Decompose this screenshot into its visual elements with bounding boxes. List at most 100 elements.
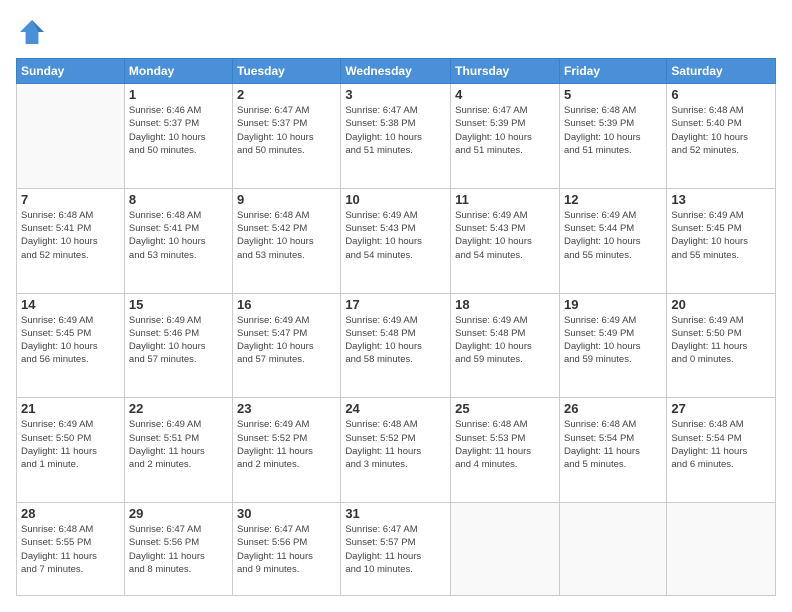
logo <box>16 16 52 48</box>
day-cell: 31Sunrise: 6:47 AMSunset: 5:57 PMDayligh… <box>341 503 451 596</box>
day-number: 5 <box>564 87 662 102</box>
week-row-1: 1 Sunrise: 6:46 AMSunset: 5:37 PMDaylight… <box>17 84 776 189</box>
day-info: Sunrise: 6:49 AMSunset: 5:51 PMDaylight:… <box>129 418 228 471</box>
week-row-2: 7 Sunrise: 6:48 AMSunset: 5:41 PMDaylight… <box>17 188 776 293</box>
day-number: 18 <box>455 297 555 312</box>
header <box>16 16 776 48</box>
day-cell: 30 Sunrise: 6:47 AMSunset: 5:56 PMDayligh… <box>233 503 341 596</box>
day-cell: 6 Sunrise: 6:48 AMSunset: 5:40 PMDaylight… <box>667 84 776 189</box>
day-cell: 5 Sunrise: 6:48 AMSunset: 5:39 PMDaylight… <box>559 84 666 189</box>
day-info: Sunrise: 6:47 AMSunset: 5:56 PMDaylight:… <box>237 523 336 576</box>
day-header-monday: Monday <box>124 59 232 84</box>
day-number: 11 <box>455 192 555 207</box>
day-number: 10 <box>345 192 446 207</box>
day-cell: 7 Sunrise: 6:48 AMSunset: 5:41 PMDaylight… <box>17 188 125 293</box>
day-cell: 24Sunrise: 6:48 AMSunset: 5:52 PMDayligh… <box>341 398 451 503</box>
day-number: 12 <box>564 192 662 207</box>
day-number: 26 <box>564 401 662 416</box>
day-info: Sunrise: 6:49 AMSunset: 5:49 PMDaylight:… <box>564 314 662 367</box>
day-cell: 14Sunrise: 6:49 AMSunset: 5:45 PMDayligh… <box>17 293 125 398</box>
page: SundayMondayTuesdayWednesdayThursdayFrid… <box>0 0 792 612</box>
day-info: Sunrise: 6:48 AMSunset: 5:40 PMDaylight:… <box>671 104 771 157</box>
day-number: 4 <box>455 87 555 102</box>
day-cell <box>17 84 125 189</box>
day-info: Sunrise: 6:49 AMSunset: 5:44 PMDaylight:… <box>564 209 662 262</box>
day-number: 9 <box>237 192 336 207</box>
day-header-tuesday: Tuesday <box>233 59 341 84</box>
day-number: 28 <box>21 506 120 521</box>
day-cell: 25 Sunrise: 6:48 AMSunset: 5:53 PMDayligh… <box>451 398 560 503</box>
day-cell <box>451 503 560 596</box>
day-number: 29 <box>129 506 228 521</box>
day-info: Sunrise: 6:48 AMSunset: 5:53 PMDaylight:… <box>455 418 555 471</box>
day-cell: 9 Sunrise: 6:48 AMSunset: 5:42 PMDaylight… <box>233 188 341 293</box>
day-cell: 17Sunrise: 6:49 AMSunset: 5:48 PMDayligh… <box>341 293 451 398</box>
day-header-thursday: Thursday <box>451 59 560 84</box>
day-number: 8 <box>129 192 228 207</box>
day-number: 25 <box>455 401 555 416</box>
day-number: 20 <box>671 297 771 312</box>
day-info: Sunrise: 6:47 AMSunset: 5:57 PMDaylight:… <box>345 523 446 576</box>
day-info: Sunrise: 6:49 AMSunset: 5:47 PMDaylight:… <box>237 314 336 367</box>
day-number: 17 <box>345 297 446 312</box>
day-cell: 28 Sunrise: 6:48 AMSunset: 5:55 PMDayligh… <box>17 503 125 596</box>
week-row-5: 28 Sunrise: 6:48 AMSunset: 5:55 PMDayligh… <box>17 503 776 596</box>
day-number: 7 <box>21 192 120 207</box>
day-cell: 18 Sunrise: 6:49 AMSunset: 5:48 PMDayligh… <box>451 293 560 398</box>
day-info: Sunrise: 6:46 AMSunset: 5:37 PMDaylight:… <box>129 104 228 157</box>
day-number: 19 <box>564 297 662 312</box>
day-cell: 26 Sunrise: 6:48 AMSunset: 5:54 PMDayligh… <box>559 398 666 503</box>
day-cell: 1 Sunrise: 6:46 AMSunset: 5:37 PMDaylight… <box>124 84 232 189</box>
day-info: Sunrise: 6:48 AMSunset: 5:39 PMDaylight:… <box>564 104 662 157</box>
day-info: Sunrise: 6:49 AMSunset: 5:45 PMDaylight:… <box>21 314 120 367</box>
day-number: 16 <box>237 297 336 312</box>
day-info: Sunrise: 6:47 AMSunset: 5:39 PMDaylight:… <box>455 104 555 157</box>
day-info: Sunrise: 6:48 AMSunset: 5:42 PMDaylight:… <box>237 209 336 262</box>
day-number: 6 <box>671 87 771 102</box>
day-info: Sunrise: 6:49 AMSunset: 5:52 PMDaylight:… <box>237 418 336 471</box>
day-cell: 27Sunrise: 6:48 AMSunset: 5:54 PMDayligh… <box>667 398 776 503</box>
day-cell: 19 Sunrise: 6:49 AMSunset: 5:49 PMDayligh… <box>559 293 666 398</box>
day-header-saturday: Saturday <box>667 59 776 84</box>
day-info: Sunrise: 6:49 AMSunset: 5:43 PMDaylight:… <box>345 209 446 262</box>
day-header-wednesday: Wednesday <box>341 59 451 84</box>
day-cell: 15 Sunrise: 6:49 AMSunset: 5:46 PMDayligh… <box>124 293 232 398</box>
day-info: Sunrise: 6:48 AMSunset: 5:54 PMDaylight:… <box>564 418 662 471</box>
day-cell: 23 Sunrise: 6:49 AMSunset: 5:52 PMDayligh… <box>233 398 341 503</box>
day-info: Sunrise: 6:49 AMSunset: 5:48 PMDaylight:… <box>455 314 555 367</box>
day-info: Sunrise: 6:47 AMSunset: 5:38 PMDaylight:… <box>345 104 446 157</box>
day-cell: 12 Sunrise: 6:49 AMSunset: 5:44 PMDayligh… <box>559 188 666 293</box>
day-info: Sunrise: 6:49 AMSunset: 5:50 PMDaylight:… <box>21 418 120 471</box>
calendar: SundayMondayTuesdayWednesdayThursdayFrid… <box>16 58 776 596</box>
day-cell: 10 Sunrise: 6:49 AMSunset: 5:43 PMDayligh… <box>341 188 451 293</box>
logo-icon <box>16 16 48 48</box>
day-info: Sunrise: 6:49 AMSunset: 5:50 PMDaylight:… <box>671 314 771 367</box>
day-info: Sunrise: 6:48 AMSunset: 5:41 PMDaylight:… <box>21 209 120 262</box>
day-cell <box>559 503 666 596</box>
day-info: Sunrise: 6:49 AMSunset: 5:46 PMDaylight:… <box>129 314 228 367</box>
day-cell: 21 Sunrise: 6:49 AMSunset: 5:50 PMDayligh… <box>17 398 125 503</box>
day-number: 15 <box>129 297 228 312</box>
day-info: Sunrise: 6:47 AMSunset: 5:37 PMDaylight:… <box>237 104 336 157</box>
day-cell: 16 Sunrise: 6:49 AMSunset: 5:47 PMDayligh… <box>233 293 341 398</box>
day-number: 21 <box>21 401 120 416</box>
day-number: 13 <box>671 192 771 207</box>
day-number: 1 <box>129 87 228 102</box>
day-cell: 11Sunrise: 6:49 AMSunset: 5:43 PMDayligh… <box>451 188 560 293</box>
day-info: Sunrise: 6:48 AMSunset: 5:54 PMDaylight:… <box>671 418 771 471</box>
day-cell: 8 Sunrise: 6:48 AMSunset: 5:41 PMDaylight… <box>124 188 232 293</box>
day-cell: 13Sunrise: 6:49 AMSunset: 5:45 PMDayligh… <box>667 188 776 293</box>
day-cell: 4 Sunrise: 6:47 AMSunset: 5:39 PMDaylight… <box>451 84 560 189</box>
header-row: SundayMondayTuesdayWednesdayThursdayFrid… <box>17 59 776 84</box>
day-cell: 22 Sunrise: 6:49 AMSunset: 5:51 PMDayligh… <box>124 398 232 503</box>
day-number: 22 <box>129 401 228 416</box>
day-cell: 2Sunrise: 6:47 AMSunset: 5:37 PMDaylight… <box>233 84 341 189</box>
day-number: 23 <box>237 401 336 416</box>
day-info: Sunrise: 6:47 AMSunset: 5:56 PMDaylight:… <box>129 523 228 576</box>
week-row-3: 14Sunrise: 6:49 AMSunset: 5:45 PMDayligh… <box>17 293 776 398</box>
day-number: 30 <box>237 506 336 521</box>
day-info: Sunrise: 6:48 AMSunset: 5:55 PMDaylight:… <box>21 523 120 576</box>
day-number: 24 <box>345 401 446 416</box>
day-info: Sunrise: 6:48 AMSunset: 5:41 PMDaylight:… <box>129 209 228 262</box>
day-cell <box>667 503 776 596</box>
